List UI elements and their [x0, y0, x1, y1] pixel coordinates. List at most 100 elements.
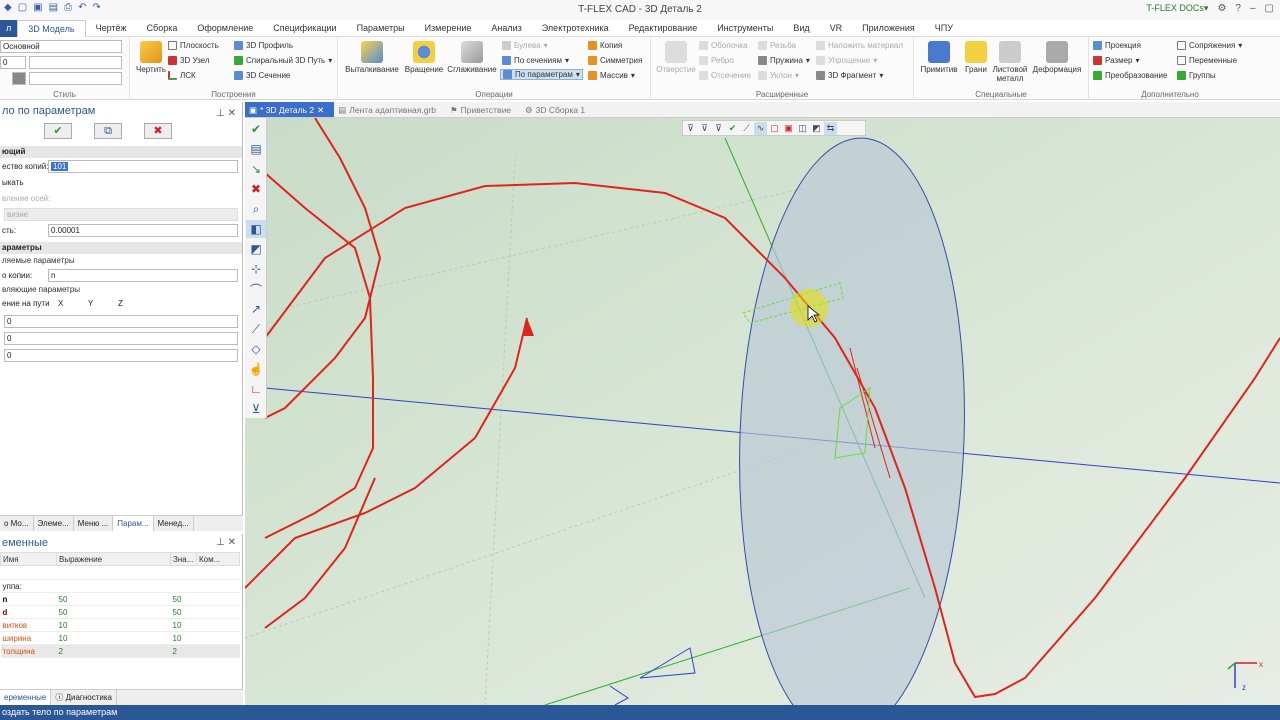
filter-path-icon[interactable]: ⇆ [824, 122, 837, 135]
tab-menu[interactable]: Меню ... [74, 516, 114, 531]
path-z-input[interactable]: 0 [4, 348, 238, 362]
variables-button[interactable]: Переменные [1177, 56, 1237, 65]
ok-button[interactable]: ✔ [44, 123, 72, 139]
3d-viewport[interactable]: z x [245, 118, 1280, 705]
maximize-icon[interactable]: ▢ [1265, 3, 1274, 14]
plane-button[interactable]: Плоскость [168, 41, 219, 50]
doc-tab-assembly[interactable]: ⚙ 3D Сборка 1 [521, 102, 595, 117]
groups-button[interactable]: Группы [1177, 71, 1216, 80]
menu-item[interactable]: Анализ [481, 20, 531, 37]
face-icon[interactable]: ◇ [246, 340, 266, 358]
red-helix-curve[interactable] [264, 172, 374, 539]
doc-tab-tape[interactable]: ▤ Лента адаптивная.grb [334, 102, 446, 117]
apply-material-button[interactable]: Наложить материал [816, 41, 903, 50]
menu-item[interactable]: Спецификации [263, 20, 346, 37]
accuracy-input[interactable]: 0.00001 [48, 223, 238, 237]
style-combo[interactable]: Основной [0, 40, 122, 53]
red-helix-curve-2[interactable] [264, 118, 382, 419]
menu-item[interactable]: Параметры [347, 20, 415, 37]
menu-item[interactable]: VR [820, 20, 853, 37]
menu-item[interactable]: 3D Модель [17, 19, 86, 37]
vertex-icon[interactable]: ⊹ [246, 260, 266, 278]
ellipse-face[interactable] [730, 134, 975, 705]
transform-button[interactable]: Преобразование [1093, 71, 1167, 80]
tab-variables[interactable]: еременные [0, 690, 52, 705]
thread-button[interactable]: Резьба [758, 41, 796, 50]
style-field-2[interactable] [29, 56, 122, 69]
red-helix-curve-4[interactable] [245, 317, 528, 589]
variable-row[interactable]: d 50 50 [0, 605, 240, 619]
preview-button[interactable]: ⧉ [94, 123, 122, 139]
cancel-icon[interactable]: ✖ [246, 180, 266, 198]
hole-button[interactable]: Отверстие [654, 41, 698, 74]
variable-comment[interactable] [196, 631, 240, 645]
simplify-button[interactable]: Упрощение ▾ [816, 56, 877, 65]
variable-expression[interactable]: 10 [56, 631, 171, 645]
parameters-icon[interactable]: ▤ [246, 140, 266, 158]
menu-item[interactable]: Редактирование [619, 20, 708, 37]
close-row[interactable]: ыкать [0, 174, 242, 190]
filter-settings-icon[interactable]: ⊽ [698, 122, 711, 135]
spiral-path-button[interactable]: Спиральный 3D Путь ▾ [234, 56, 332, 65]
menu-item[interactable]: Электротехника [532, 20, 619, 37]
per-copy-select[interactable]: n [48, 268, 238, 282]
pin-close-icons[interactable]: ⊥ ✕ [216, 105, 236, 123]
doc-tab-part2[interactable]: ▣ * 3D Деталь 2 ✕ [245, 102, 335, 118]
filter-body-icon[interactable]: ▣ [782, 122, 795, 135]
primitives-button[interactable]: Примитив [917, 41, 961, 74]
section-general[interactable]: ющий [0, 146, 242, 158]
direction-icon[interactable]: ↗ [246, 300, 266, 318]
tab-manager[interactable]: Менед... [154, 516, 194, 531]
tab-diagnostics[interactable]: ⓘ Диагностика [51, 690, 117, 705]
close-icon[interactable]: ✕ [317, 102, 324, 118]
menu-item[interactable]: Инструменты [707, 20, 783, 37]
col-name[interactable]: Имя [0, 552, 57, 566]
section3d-button[interactable]: 3D Сечение [234, 71, 290, 80]
filter-loop-icon[interactable]: ◫ [796, 122, 809, 135]
hand-icon[interactable]: ☝ [246, 360, 266, 378]
rib-button[interactable]: Ребро [699, 56, 734, 65]
by-params-button[interactable]: По параметрам ▾ [500, 69, 583, 80]
size-button[interactable]: Размер ▾ [1093, 56, 1140, 65]
select-path-icon[interactable]: ◩ [246, 240, 266, 258]
filter-select-icon[interactable]: ✔ [726, 122, 739, 135]
variable-expression[interactable]: 50 [56, 605, 171, 619]
shell-button[interactable]: Оболочка [699, 41, 747, 50]
rotate-button[interactable]: Вращение [402, 41, 446, 74]
sheet-metal-button[interactable]: Листовой металл [991, 41, 1029, 83]
red-helix-curve-5[interactable] [264, 477, 376, 629]
extrude-button[interactable]: Выталкивание [342, 41, 402, 74]
variable-row[interactable]: ширина 10 10 [0, 631, 240, 645]
variable-expression[interactable]: 50 [56, 592, 171, 606]
docs-button[interactable]: T-FLEX DOCs▾ [1146, 3, 1208, 14]
col-value[interactable]: Зна... [170, 552, 197, 566]
menu-item[interactable]: Приложения [852, 20, 925, 37]
layer-combo[interactable]: 0 [0, 56, 26, 69]
style-field-3[interactable] [29, 72, 122, 85]
deformation-button[interactable]: Деформация [1031, 41, 1083, 74]
color-swatch[interactable] [12, 72, 26, 85]
mates-button[interactable]: Сопряжения ▾ [1177, 41, 1242, 50]
variable-value[interactable]: 2 [170, 644, 197, 658]
variable-value[interactable]: 50 [170, 592, 197, 606]
variable-row[interactable]: витков 10 10 [0, 618, 240, 632]
variable-comment[interactable] [196, 644, 240, 658]
path-y-input[interactable]: 0 [4, 331, 238, 345]
edge-icon[interactable]: ⟋ [246, 320, 266, 338]
faces-button[interactable]: Грани [961, 41, 991, 74]
path-x-input[interactable]: 0 [4, 314, 238, 328]
variable-comment[interactable] [196, 592, 240, 606]
menu-item[interactable]: Измерение [415, 20, 482, 37]
symmetry-button[interactable]: Симметрия [588, 56, 642, 65]
minimize-icon[interactable]: – [1250, 3, 1256, 14]
array-button[interactable]: Массив ▾ [588, 71, 635, 80]
settings-icon[interactable]: ⚙ [1217, 3, 1226, 14]
zoom-icon[interactable]: ⌕ [246, 200, 266, 218]
profile3d-button[interactable]: 3D Профиль [234, 41, 293, 50]
menu-file[interactable]: л [0, 19, 18, 37]
ok-icon[interactable]: ✔ [246, 120, 266, 138]
col-comment[interactable]: Ком... [196, 552, 240, 566]
cut-button[interactable]: Отсечение [699, 71, 751, 80]
spring-button[interactable]: Пружина ▾ [758, 56, 810, 65]
filter-shell-icon[interactable]: ◩ [810, 122, 823, 135]
